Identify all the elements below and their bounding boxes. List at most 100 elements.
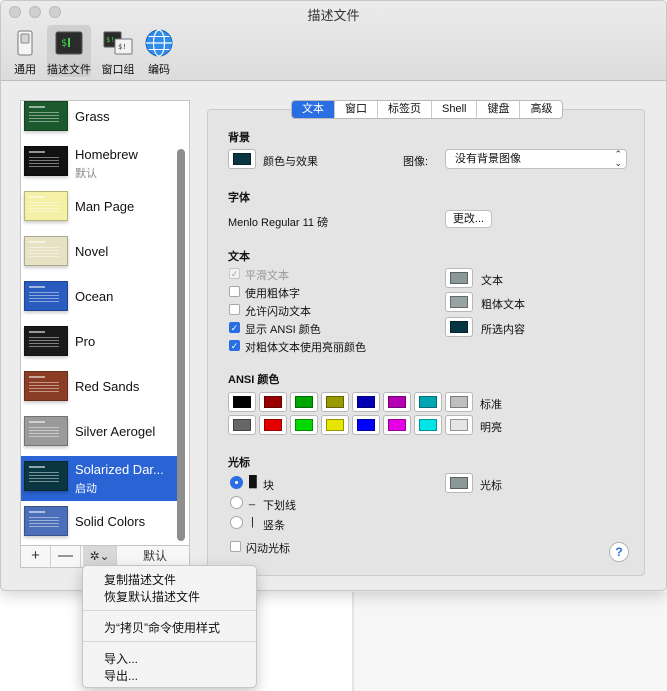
profile-thumbnail: [24, 146, 68, 176]
profile-name: Ocean: [75, 289, 114, 304]
blink-text-checkbox[interactable]: [229, 304, 240, 315]
menu-item-export[interactable]: 导出...: [104, 667, 138, 684]
menu-item-import[interactable]: 导入...: [104, 650, 138, 667]
ansi-normal-color-fill-1: [264, 396, 282, 408]
ansi-normal-color-fill-3: [326, 396, 344, 408]
background-image-value: 没有背景图像: [455, 153, 521, 165]
ansi-normal-color-fill-7: [450, 396, 468, 408]
tab-keyboard[interactable]: 键盘: [477, 101, 521, 118]
change-font-button[interactable]: 更改...: [445, 210, 492, 228]
bright-bold-checkbox[interactable]: ✓: [229, 340, 240, 351]
cursor-color-well[interactable]: [445, 473, 473, 493]
profile-thumbnail: [24, 281, 68, 311]
profile-item-grass[interactable]: Grass: [21, 101, 178, 141]
ansi-bright-color-well-1[interactable]: [259, 415, 287, 435]
cursor-underline-label: 下划线: [263, 500, 296, 512]
profile-item-novel[interactable]: Novel: [21, 231, 178, 276]
cursor-bar-radio[interactable]: [230, 516, 243, 529]
profile-item-pro[interactable]: Pro: [21, 321, 178, 366]
tab-tabs[interactable]: 标签页: [378, 101, 432, 118]
ansi-normal-color-well-1[interactable]: [259, 392, 287, 412]
profile-thumbnail: [24, 326, 68, 356]
toolbar-encodings[interactable]: 编码: [137, 25, 181, 77]
tab-shell[interactable]: Shell: [432, 101, 478, 118]
ansi-normal-color-well-6[interactable]: [414, 392, 442, 412]
profile-name: Pro: [75, 334, 96, 349]
tab-text[interactable]: 文本: [292, 101, 335, 118]
cursor-underline-glyph: _: [249, 494, 256, 506]
profile-name: Homebrew: [75, 147, 138, 162]
bold-fonts-checkbox[interactable]: [229, 286, 240, 297]
settings-tabs: 文本 窗口 标签页 Shell 键盘 高级: [291, 100, 564, 119]
cursor-bar-glyph: |: [251, 516, 254, 528]
tab-advanced[interactable]: 高级: [520, 101, 562, 118]
ansi-colors-label: 显示 ANSI 颜色: [245, 324, 321, 336]
ansi-normal-color-well-3[interactable]: [321, 392, 349, 412]
ansi-bright-color-fill-5: [388, 419, 406, 431]
ansi-bright-color-fill-7: [450, 419, 468, 431]
ansi-bright-color-well-7[interactable]: [445, 415, 473, 435]
ansi-bright-color-well-2[interactable]: [290, 415, 318, 435]
toolbar-profiles[interactable]: $ 描述文件: [47, 25, 91, 77]
help-button[interactable]: ?: [609, 542, 629, 562]
tab-window[interactable]: 窗口: [335, 101, 378, 118]
ansi-normal-color-well-2[interactable]: [290, 392, 318, 412]
ansi-bright-color-well-3[interactable]: [321, 415, 349, 435]
profile-item-red-sands[interactable]: Red Sands: [21, 366, 178, 411]
ansi-bright-color-well-4[interactable]: [352, 415, 380, 435]
profile-default-badge: 默认: [75, 168, 97, 180]
window-group-icon: $! $!: [103, 31, 133, 55]
ansi-normal-color-fill-4: [357, 396, 375, 408]
ansi-bright-color-well-5[interactable]: [383, 415, 411, 435]
bold-fonts-label: 使用粗体字: [245, 288, 300, 300]
profile-item-homebrew[interactable]: Homebrew 默认: [21, 141, 178, 186]
ansi-bright-color-well-6[interactable]: [414, 415, 442, 435]
text-color-label: 文本: [481, 275, 503, 287]
set-default-button[interactable]: 默认: [143, 546, 167, 567]
blink-cursor-checkbox[interactable]: [230, 541, 241, 552]
bold-text-color-well[interactable]: [445, 292, 473, 312]
background-section-title: 背景: [228, 132, 250, 144]
profile-item-silver-aerogel[interactable]: Silver Aerogel: [21, 411, 178, 456]
ansi-bright-color-fill-3: [326, 419, 344, 431]
ansi-normal-color-well-7[interactable]: [445, 392, 473, 412]
selection-color-well[interactable]: [445, 317, 473, 337]
profile-name: Man Page: [75, 199, 135, 214]
background-color-well[interactable]: [228, 149, 256, 169]
font-section-title: 字体: [228, 192, 250, 204]
ansi-normal-color-well-0[interactable]: [228, 392, 256, 412]
profile-item-solarized-dark[interactable]: Solarized Dar... 启动: [21, 456, 178, 501]
ansi-bright-color-well-0[interactable]: [228, 415, 256, 435]
ansi-normal-color-well-4[interactable]: [352, 392, 380, 412]
remove-profile-button[interactable]: —: [51, 546, 81, 567]
menu-item-duplicate-profile[interactable]: 复制描述文件: [104, 571, 176, 588]
text-section-title: 文本: [228, 251, 250, 263]
ansi-normal-color-well-5[interactable]: [383, 392, 411, 412]
profile-list-scrollbar[interactable]: [177, 149, 185, 541]
profile-item-solid-colors[interactable]: Solid Colors: [21, 501, 178, 545]
ansi-colors-checkbox[interactable]: ✓: [229, 322, 240, 333]
profile-name: Grass: [75, 109, 110, 124]
ansi-normal-label: 标准: [480, 399, 502, 411]
cursor-block-label: 块: [263, 480, 274, 492]
ansi-normal-color-fill-6: [419, 396, 437, 408]
blink-text-label: 允许闪动文本: [245, 306, 311, 318]
cursor-underline-radio[interactable]: [230, 496, 243, 509]
bright-bold-label: 对粗体文本使用亮丽颜色: [245, 342, 366, 354]
profile-item-ocean[interactable]: Ocean: [21, 276, 178, 321]
profile-name: Red Sands: [75, 379, 140, 394]
text-color-well[interactable]: [445, 268, 473, 288]
menu-item-copy-style[interactable]: 为“拷贝”命令使用样式: [104, 619, 220, 636]
ansi-bright-color-fill-2: [295, 419, 313, 431]
menu-item-restore-default-profiles[interactable]: 恢复默认描述文件: [104, 588, 200, 605]
switch-icon: [17, 30, 33, 56]
profile-item-man-page[interactable]: Man Page: [21, 186, 178, 231]
add-profile-button[interactable]: +: [21, 546, 51, 567]
toolbar-encodings-label: 编码: [148, 64, 170, 76]
smooth-text-checkbox[interactable]: ✓: [229, 268, 240, 279]
menu-separator: [83, 610, 256, 611]
bold-text-color-label: 粗体文本: [481, 299, 525, 311]
gear-menu-button[interactable]: ✲⌄: [83, 546, 117, 567]
background-image-select[interactable]: 没有背景图像 ⌃ ⌄: [445, 149, 627, 169]
cursor-block-radio[interactable]: [230, 476, 243, 489]
